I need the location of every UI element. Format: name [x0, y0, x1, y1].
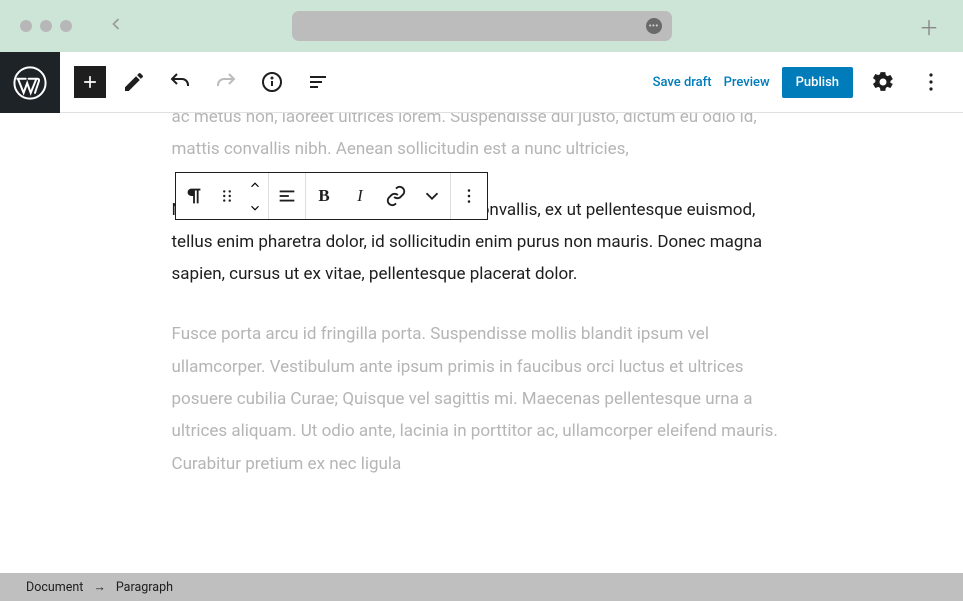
add-block-button[interactable] — [74, 66, 106, 98]
edit-mode-button[interactable] — [116, 64, 152, 100]
chevron-down-icon — [248, 201, 262, 215]
bold-button[interactable]: B — [306, 173, 342, 219]
breadcrumb-leaf[interactable]: Paragraph — [116, 580, 173, 595]
outline-button[interactable] — [300, 64, 336, 100]
browser-address-bar[interactable]: ••• — [292, 11, 672, 41]
list-icon — [306, 70, 330, 94]
more-vertical-icon — [919, 70, 943, 94]
block-more-button[interactable] — [451, 173, 487, 219]
undo-button[interactable] — [162, 64, 198, 100]
info-icon — [260, 70, 284, 94]
window-controls — [20, 20, 72, 32]
more-menu-button[interactable] — [913, 64, 949, 100]
chevron-up-icon — [248, 178, 262, 192]
preview-button[interactable]: Preview — [724, 75, 770, 90]
wordpress-icon — [13, 66, 47, 100]
more-vertical-icon — [458, 185, 480, 207]
paragraph-icon — [183, 185, 205, 207]
block-breadcrumb: Document → Paragraph — [0, 573, 963, 601]
wordpress-logo-button[interactable] — [0, 52, 60, 113]
traffic-close[interactable] — [20, 20, 32, 32]
block-movers — [242, 173, 268, 219]
italic-button[interactable]: I — [342, 173, 378, 219]
drag-icon — [216, 185, 238, 207]
redo-icon — [214, 70, 238, 94]
move-down-button[interactable] — [242, 196, 268, 219]
link-icon — [385, 185, 407, 207]
publish-button[interactable]: Publish — [782, 67, 853, 98]
block-type-button[interactable] — [176, 173, 212, 219]
gear-icon — [871, 70, 895, 94]
breadcrumb-root[interactable]: Document — [26, 580, 83, 595]
paragraph-block[interactable]: ac metus non, laoreet ultrices lorem. Su… — [172, 113, 792, 166]
align-button[interactable] — [269, 173, 305, 219]
redo-button[interactable] — [208, 64, 244, 100]
pencil-icon — [122, 70, 146, 94]
browser-back-button[interactable] — [106, 14, 126, 39]
info-button[interactable] — [254, 64, 290, 100]
save-draft-button[interactable]: Save draft — [653, 75, 712, 90]
browser-chrome: ••• ＋ — [0, 0, 963, 52]
more-formatting-button[interactable] — [414, 173, 450, 219]
move-up-button[interactable] — [242, 173, 268, 196]
block-toolbar: B I — [175, 172, 488, 220]
editor-top-bar: Save draft Preview Publish — [60, 52, 963, 113]
align-left-icon — [276, 185, 298, 207]
plus-icon — [80, 72, 100, 92]
settings-button[interactable] — [865, 64, 901, 100]
breadcrumb-arrow-icon: → — [93, 580, 106, 595]
undo-icon — [168, 70, 192, 94]
drag-handle[interactable] — [212, 173, 242, 219]
link-button[interactable] — [378, 173, 414, 219]
traffic-zoom[interactable] — [60, 20, 72, 32]
chevron-down-icon — [421, 185, 443, 207]
paragraph-block[interactable]: Fusce porta arcu id fringilla porta. Sus… — [172, 318, 792, 479]
address-more-icon[interactable]: ••• — [646, 18, 662, 34]
traffic-minimize[interactable] — [40, 20, 52, 32]
browser-new-tab-button[interactable]: ＋ — [919, 12, 939, 41]
